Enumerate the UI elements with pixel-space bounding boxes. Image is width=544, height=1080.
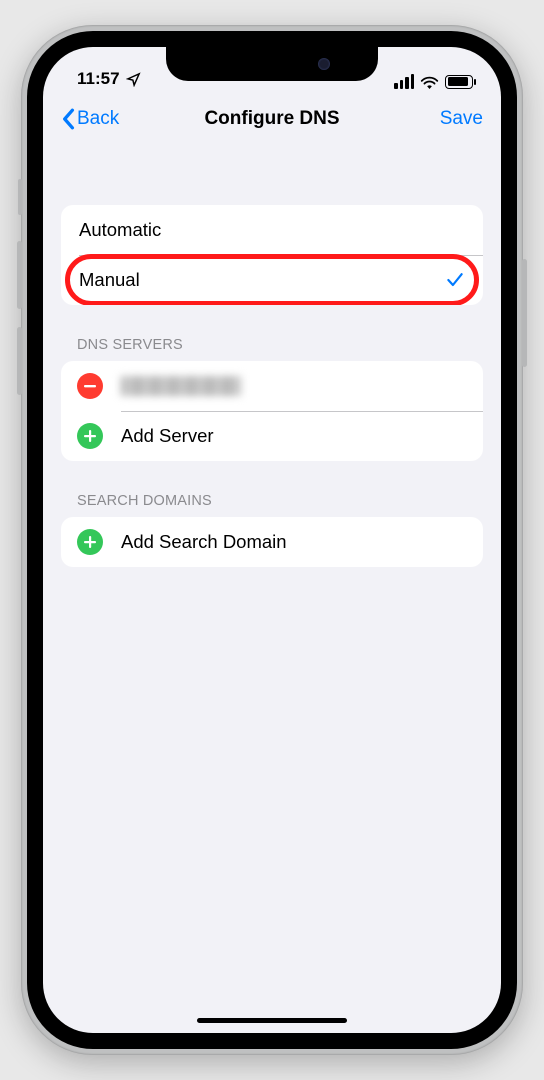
add-domain-icon-button[interactable] <box>77 529 103 555</box>
mute-switch <box>18 179 22 215</box>
add-search-domain-button[interactable]: Add Search Domain <box>61 517 483 567</box>
add-domain-label: Add Search Domain <box>121 531 287 553</box>
phone-frame: 11:57 <box>21 25 523 1055</box>
status-time: 11:57 <box>77 69 120 89</box>
home-indicator[interactable] <box>197 1018 347 1024</box>
cellular-icon <box>394 74 414 89</box>
save-button[interactable]: Save <box>440 108 483 130</box>
option-manual[interactable]: Manual <box>61 255 483 305</box>
wifi-icon <box>420 75 439 89</box>
battery-icon <box>445 75 473 89</box>
dns-mode-group: Automatic Manual <box>61 205 483 305</box>
side-button <box>522 259 527 367</box>
minus-icon <box>83 379 97 393</box>
bezel: 11:57 <box>27 31 517 1049</box>
dns-server-value-redacted <box>121 376 241 396</box>
search-domains-header: SEARCH DOMAINS <box>43 493 501 517</box>
status-left: 11:57 <box>71 69 141 89</box>
dns-server-row[interactable] <box>61 361 483 411</box>
checkmark-icon <box>445 270 465 290</box>
notch <box>166 47 378 81</box>
screen: 11:57 <box>43 47 501 1033</box>
volume-up-button <box>17 241 22 309</box>
option-automatic[interactable]: Automatic <box>61 205 483 255</box>
search-domains-group: Add Search Domain <box>61 517 483 567</box>
option-automatic-label: Automatic <box>79 219 161 241</box>
back-label: Back <box>77 108 119 130</box>
dns-servers-header: DNS SERVERS <box>43 337 501 361</box>
chevron-left-icon <box>61 108 75 130</box>
plus-icon <box>83 535 97 549</box>
option-manual-label: Manual <box>79 269 140 291</box>
plus-icon <box>83 429 97 443</box>
add-server-icon-button[interactable] <box>77 423 103 449</box>
back-button[interactable]: Back <box>61 108 119 130</box>
add-server-label: Add Server <box>121 425 214 447</box>
add-server-button[interactable]: Add Server <box>61 411 483 461</box>
page-title: Configure DNS <box>204 108 339 130</box>
delete-server-button[interactable] <box>77 373 103 399</box>
location-icon <box>126 72 141 87</box>
nav-bar: Back Configure DNS Save <box>43 93 501 145</box>
content: Automatic Manual DNS SERVERS <box>43 145 501 1033</box>
dns-servers-group: Add Server <box>61 361 483 461</box>
volume-down-button <box>17 327 22 395</box>
status-right <box>394 74 473 89</box>
